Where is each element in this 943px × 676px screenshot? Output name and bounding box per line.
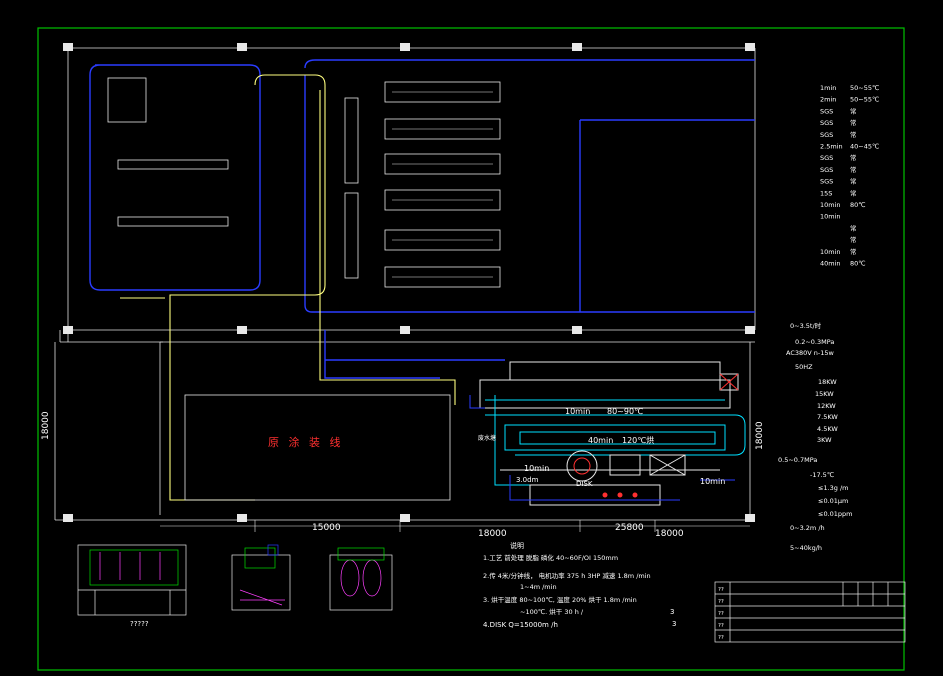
dip-label: 3.0dm (516, 476, 539, 484)
oven-time-1: 10min (565, 407, 590, 416)
note-2: 2.传 4米/分钟线， 电机功率 375 h 3HP 减速 1.8m /min (483, 571, 651, 580)
spec-item: ≤0.01ppm (818, 510, 853, 518)
process-time: 10min (820, 213, 841, 221)
detail-view-1 (77, 544, 187, 616)
dim-bottom-3: 25800 (615, 523, 644, 533)
process-time: SGS (820, 131, 833, 139)
detail-view-3 (329, 547, 393, 611)
spec-item: ≤0.01μm (818, 497, 848, 505)
dim-bottom-1: 15000 (312, 523, 341, 533)
process-time: SGS (820, 166, 833, 174)
note-3: 3. 烘干温度 80~100℃, 温度 20% 烘干 1.8m /min (483, 595, 637, 604)
spec-item: 0.5~0.7MPa (778, 456, 817, 464)
spec-item: 3KW (817, 436, 832, 444)
cooling-label: 10min (524, 464, 549, 473)
spec-item: 4.5KW (817, 425, 838, 433)
process-temp: 常 (850, 118, 857, 127)
process-temp: 常 (850, 153, 857, 162)
spec-item: 12KW (817, 402, 836, 410)
title-block-row: ?? (718, 611, 724, 617)
process-time: 1min (820, 84, 836, 92)
title-block-row: ?? (718, 587, 724, 593)
process-time: SGS (820, 154, 833, 162)
process-table: 1min 50~55℃ 2min 50~55℃ SGS 常 SGS 常 SGS 常 2.5min 40… (820, 84, 879, 268)
process-time: SGS (820, 178, 833, 186)
cad-drawing: 原 涂 装 线 10min 80~90℃ 40min 120℃烘 10min 1… (37, 27, 906, 671)
note-1: 1.工艺 前处理 脱脂 磷化 40~60F/OI 150mm (483, 553, 618, 562)
title-block-row: ?? (718, 623, 724, 629)
process-temp: 80℃ (850, 201, 866, 209)
process-temp: 常 (850, 235, 857, 244)
spec-item: 18KW (818, 378, 837, 386)
drawing-border (37, 27, 905, 671)
main-line-label: 原 涂 装 线 (268, 435, 344, 449)
dim-bottom-2: 18000 (478, 529, 507, 539)
title-block-row: ?? (718, 635, 724, 641)
spec-item: ≤1.3g /m (818, 484, 849, 492)
process-time: SGS (820, 119, 833, 127)
tank-label: 废水塘 (478, 434, 496, 442)
process-time: 10min (820, 248, 841, 256)
spec-item: 0~3.2m /h (790, 524, 825, 532)
note-line-speed: 1~4m /min (520, 583, 557, 591)
spec-item: -17.5℃ (810, 471, 834, 479)
dim-right-height: 18000 (755, 421, 765, 450)
process-time: SGS (820, 107, 833, 115)
process-temp: 50~55℃ (850, 84, 879, 92)
detail-view-2 (231, 544, 291, 611)
spec-list: 0~3.5t/时 0.2~0.3MPa AC380V n-15w 50HZ 18KW 15… (778, 321, 853, 552)
detail-view-1-caption: ????? (130, 620, 149, 628)
process-time: 15S (820, 189, 832, 197)
title-block (714, 581, 906, 643)
oven-temp-2: 120℃烘 (622, 435, 654, 445)
title-block-row: ?? (718, 599, 724, 605)
tank-inner-lines (392, 91, 493, 278)
spec-item: 15KW (815, 390, 834, 398)
cooling-label-2: 10min (700, 477, 725, 486)
process-temp: 常 (850, 106, 857, 115)
spec-item: 0~3.5t/时 (790, 321, 822, 330)
oven-time-2: 40min (588, 436, 613, 445)
note-3-value: 3 (670, 608, 674, 616)
note-3b: ~100℃. 烘干 30 h / (520, 607, 584, 616)
oven-temp-1: 80~90℃ (607, 407, 643, 416)
process-temp: 常 (850, 247, 857, 256)
process-temp: 常 (850, 177, 857, 186)
spec-item: 7.5KW (817, 413, 838, 421)
process-temp: 常 (850, 165, 857, 174)
dim-bottom-4: 18000 (655, 529, 684, 539)
process-temp: 80℃ (850, 260, 866, 268)
process-time: 10min (820, 201, 841, 209)
dim-left-height: 18000 (41, 411, 51, 440)
process-temp: 50~55℃ (850, 96, 879, 104)
note-4-value: 3 (672, 620, 676, 628)
process-temp: 常 (850, 223, 857, 232)
note-4: 4.DISK Q=15000m /h (483, 621, 558, 629)
process-time: 2.5min (820, 143, 843, 151)
process-temp: 常 (850, 130, 857, 139)
process-temp: 40~45℃ (850, 143, 879, 151)
disk-label: DISK (576, 480, 593, 488)
spec-item: 50HZ (795, 363, 813, 371)
process-temp: 常 (850, 188, 857, 197)
process-time: 40min (820, 260, 841, 268)
notes-heading: 说明 (510, 541, 524, 550)
process-time: 2min (820, 96, 836, 104)
spec-item: 0.2~0.3MPa (795, 338, 834, 346)
spec-item: 5~40kg/h (790, 544, 822, 552)
spec-item: AC380V n-15w (786, 349, 835, 357)
